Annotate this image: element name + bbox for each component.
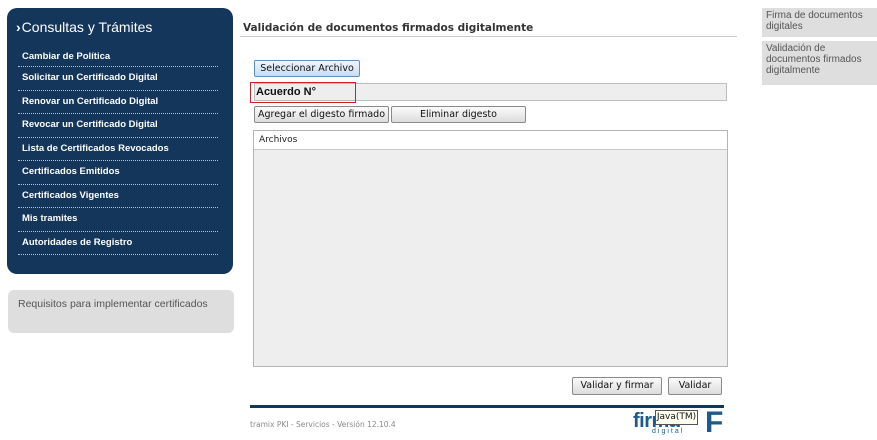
remove-digest-button[interactable]: Eliminar digesto bbox=[391, 106, 526, 123]
nav-item-mis-tramites[interactable]: Mis tramites bbox=[18, 208, 218, 232]
nav-item-revocar-certificado[interactable]: Revocar un Certificado Digital bbox=[18, 114, 218, 138]
validate-button[interactable]: Validar bbox=[668, 377, 722, 395]
page-title: Validación de documentos firmados digita… bbox=[243, 22, 534, 34]
nav-list: Cambiar de Política Solicitar un Certifi… bbox=[18, 47, 218, 255]
nav-item-lista-revocados[interactable]: Lista de Certificados Revocados bbox=[18, 138, 218, 161]
files-header: Archivos bbox=[254, 131, 727, 150]
version-text: tramix PKI - Servicios - Versión 12.10.4 bbox=[250, 420, 396, 429]
chevron-right-icon: › bbox=[16, 19, 21, 35]
logo-mark-icon: F bbox=[705, 406, 724, 439]
requisitos-link[interactable]: Requisitos para implementar certificados bbox=[8, 290, 234, 333]
menu-item-firma-documentos[interactable]: Firma de documentos digitales bbox=[762, 8, 877, 37]
menu-item-validacion-documentos[interactable]: Validación de documentos firmados digita… bbox=[762, 41, 877, 85]
files-header-label: Archivos bbox=[259, 135, 298, 145]
nav-item-renovar-certificado[interactable]: Renovar un Certificado Digital bbox=[18, 91, 218, 114]
nav-item-solicitar-certificado[interactable]: Solicitar un Certificado Digital bbox=[18, 67, 218, 91]
heading-divider bbox=[240, 36, 737, 37]
nav-title[interactable]: ›Consultas y Trámites bbox=[16, 19, 152, 35]
left-nav-panel: ›Consultas y Trámites Cambiar de Polític… bbox=[7, 8, 233, 274]
selected-file-name: Acuerdo N° 224.pdf bbox=[250, 82, 356, 117]
add-digest-button[interactable]: Agregar el digesto firmado bbox=[254, 106, 389, 123]
nav-item-cambiar-politica[interactable]: Cambiar de Política bbox=[18, 47, 218, 67]
java-tooltip: Java(TM) bbox=[655, 410, 698, 425]
files-list[interactable]: Archivos bbox=[253, 130, 728, 367]
validate-and-sign-button[interactable]: Validar y firmar bbox=[572, 377, 662, 395]
nav-item-certificados-emitidos[interactable]: Certificados Emitidos bbox=[18, 161, 218, 185]
right-menu: Firma de documentos digitales Validación… bbox=[762, 8, 877, 85]
nav-item-autoridades-registro[interactable]: Autoridades de Registro bbox=[18, 232, 218, 255]
select-file-button[interactable]: Seleccionar Archivo bbox=[254, 60, 360, 77]
nav-item-certificados-vigentes[interactable]: Certificados Vigentes bbox=[18, 185, 218, 208]
nav-title-label: Consultas y Trámites bbox=[21, 19, 153, 35]
logo-subtext: digital bbox=[652, 428, 685, 435]
